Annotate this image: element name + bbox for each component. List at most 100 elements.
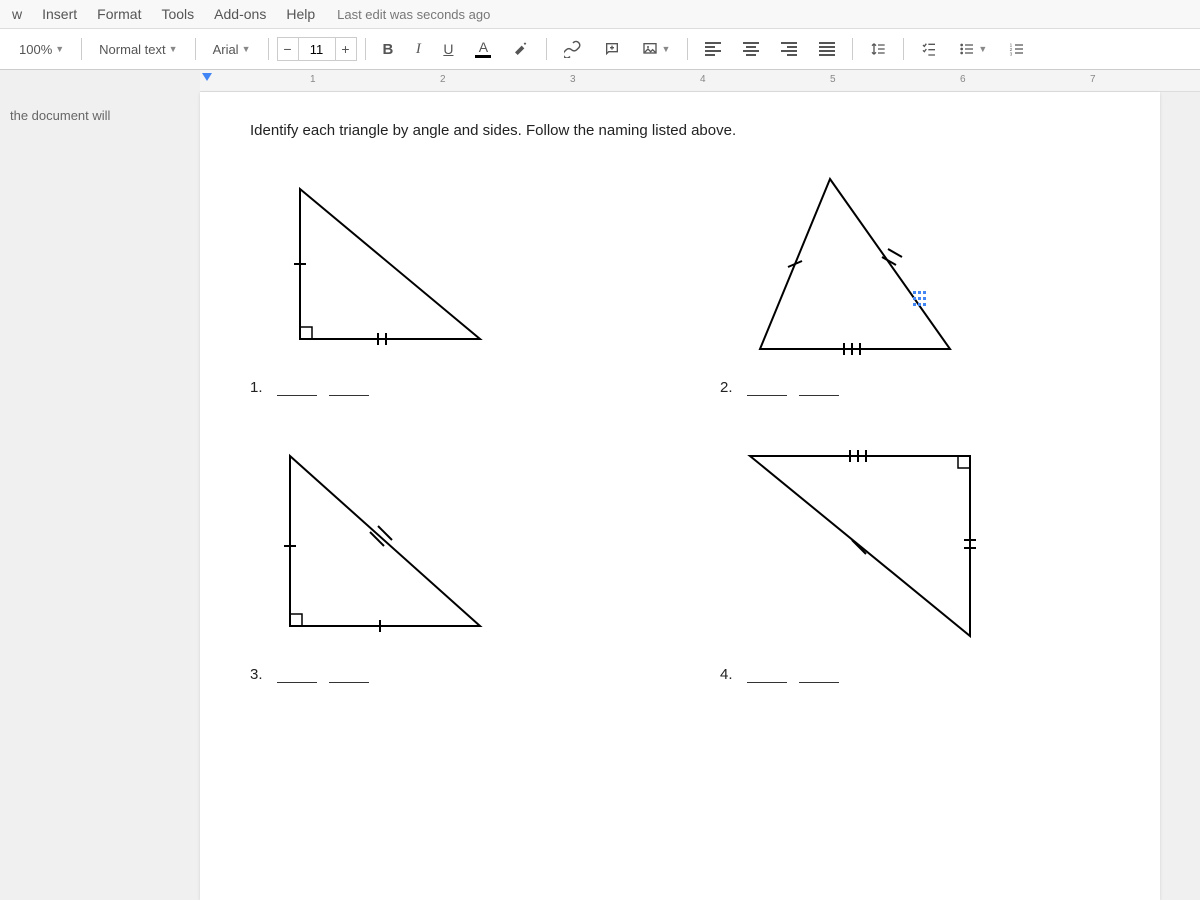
answer-4: 4. <box>720 666 1110 683</box>
chevron-down-icon: ▼ <box>661 44 670 54</box>
menu-help[interactable]: Help <box>282 4 319 24</box>
text-color-swatch <box>475 55 491 58</box>
triangle-grid: 1. <box>250 169 1110 683</box>
font-select[interactable]: Arial ▼ <box>204 37 260 62</box>
answer-1-number: 1. <box>250 379 263 396</box>
document-page[interactable]: Identify each triangle by angle and side… <box>200 92 1160 900</box>
link-icon <box>564 40 582 58</box>
tab-stop-indicator[interactable] <box>202 73 212 81</box>
triangle-3-cell: 3. <box>250 436 640 683</box>
line-spacing-button[interactable] <box>861 36 895 62</box>
separator <box>268 38 269 60</box>
answer-blank[interactable] <box>329 669 369 683</box>
ruler-tick: 1 <box>310 74 316 85</box>
separator <box>903 38 904 60</box>
font-size-control: − + <box>277 37 357 61</box>
separator <box>687 38 688 60</box>
menu-bar: w Insert Format Tools Add-ons Help Last … <box>0 0 1200 29</box>
work-surface: the document will Identify each triangle… <box>0 92 1200 900</box>
answer-blank[interactable] <box>747 669 787 683</box>
separator <box>81 38 82 60</box>
font-size-input[interactable] <box>299 37 335 61</box>
answer-1: 1. <box>250 379 640 396</box>
text-color-button[interactable]: A <box>466 35 500 63</box>
ruler-tick: 7 <box>1090 74 1096 85</box>
menu-insert[interactable]: Insert <box>38 4 81 24</box>
chevron-down-icon: ▼ <box>55 44 64 54</box>
answer-blank[interactable] <box>799 669 839 683</box>
ruler-tick: 2 <box>440 74 446 85</box>
chevron-down-icon: ▼ <box>978 44 987 54</box>
answer-blank[interactable] <box>277 669 317 683</box>
menu-format[interactable]: Format <box>93 4 145 24</box>
insert-comment-button[interactable] <box>595 36 629 62</box>
triangle-4-cell: 4. <box>720 436 1110 683</box>
triangle-2-image[interactable] <box>720 169 1000 369</box>
toolbar: 100% ▼ Normal text ▼ Arial ▼ − + B I U A… <box>0 29 1200 70</box>
answer-3-number: 3. <box>250 666 263 683</box>
separator <box>546 38 547 60</box>
ruler-tick: 5 <box>830 74 836 85</box>
ruler-tick: 3 <box>570 74 576 85</box>
separator <box>852 38 853 60</box>
answer-blank[interactable] <box>277 382 317 396</box>
style-value: Normal text <box>99 42 165 57</box>
outline-text: the document will <box>10 108 190 123</box>
line-spacing-icon <box>870 41 886 57</box>
align-left-button[interactable] <box>696 37 730 61</box>
ruler-tick: 4 <box>700 74 706 85</box>
zoom-select[interactable]: 100% ▼ <box>10 37 73 62</box>
separator <box>195 38 196 60</box>
bulleted-list-icon <box>959 41 975 57</box>
align-center-button[interactable] <box>734 37 768 61</box>
align-justify-button[interactable] <box>810 37 844 61</box>
triangle-1-image[interactable] <box>250 169 510 369</box>
triangle-4-image[interactable] <box>720 436 1020 656</box>
ruler-tick: 6 <box>960 74 966 85</box>
insert-image-button[interactable]: ▼ <box>633 36 679 62</box>
menu-addons[interactable]: Add-ons <box>210 4 270 24</box>
answer-4-number: 4. <box>720 666 733 683</box>
zoom-value: 100% <box>19 42 52 57</box>
comment-icon <box>604 41 620 57</box>
move-handle-icon[interactable] <box>910 289 928 307</box>
instruction-text: Identify each triangle by angle and side… <box>250 122 1110 139</box>
answer-2-number: 2. <box>720 379 733 396</box>
triangle-3-image[interactable] <box>250 436 510 656</box>
image-icon <box>642 41 658 57</box>
align-center-icon <box>743 42 759 56</box>
chevron-down-icon: ▼ <box>169 44 178 54</box>
answer-2: 2. <box>720 379 1110 396</box>
bulleted-list-button[interactable]: ▼ <box>950 36 996 62</box>
chevron-down-icon: ▼ <box>242 44 251 54</box>
menu-view[interactable]: w <box>8 4 26 24</box>
answer-3: 3. <box>250 666 640 683</box>
align-justify-icon <box>819 42 835 56</box>
triangle-2-cell: 2. <box>720 169 1110 396</box>
font-value: Arial <box>213 42 239 57</box>
checklist-button[interactable] <box>912 36 946 62</box>
answer-blank[interactable] <box>747 382 787 396</box>
numbered-list-button[interactable]: 123 <box>1000 36 1034 62</box>
highlighter-icon <box>513 41 529 57</box>
align-left-icon <box>705 42 721 56</box>
italic-button[interactable]: I <box>406 36 430 63</box>
bold-button[interactable]: B <box>374 36 403 63</box>
align-right-button[interactable] <box>772 37 806 61</box>
insert-link-button[interactable] <box>555 35 591 63</box>
font-size-decrease-button[interactable]: − <box>277 37 299 61</box>
paragraph-style-select[interactable]: Normal text ▼ <box>90 37 186 62</box>
checklist-icon <box>921 41 937 57</box>
outline-panel: the document will <box>0 92 200 900</box>
horizontal-ruler[interactable]: 1 2 3 4 5 6 7 <box>200 70 1200 92</box>
last-edit-status: Last edit was seconds ago <box>337 7 490 22</box>
answer-blank[interactable] <box>799 382 839 396</box>
svg-text:3: 3 <box>1010 52 1013 57</box>
menu-tools[interactable]: Tools <box>157 4 198 24</box>
numbered-list-icon: 123 <box>1009 41 1025 57</box>
answer-blank[interactable] <box>329 382 369 396</box>
font-size-increase-button[interactable]: + <box>335 37 357 61</box>
triangle-1-cell: 1. <box>250 169 640 396</box>
underline-button[interactable]: U <box>434 36 462 62</box>
highlight-button[interactable] <box>504 36 538 62</box>
